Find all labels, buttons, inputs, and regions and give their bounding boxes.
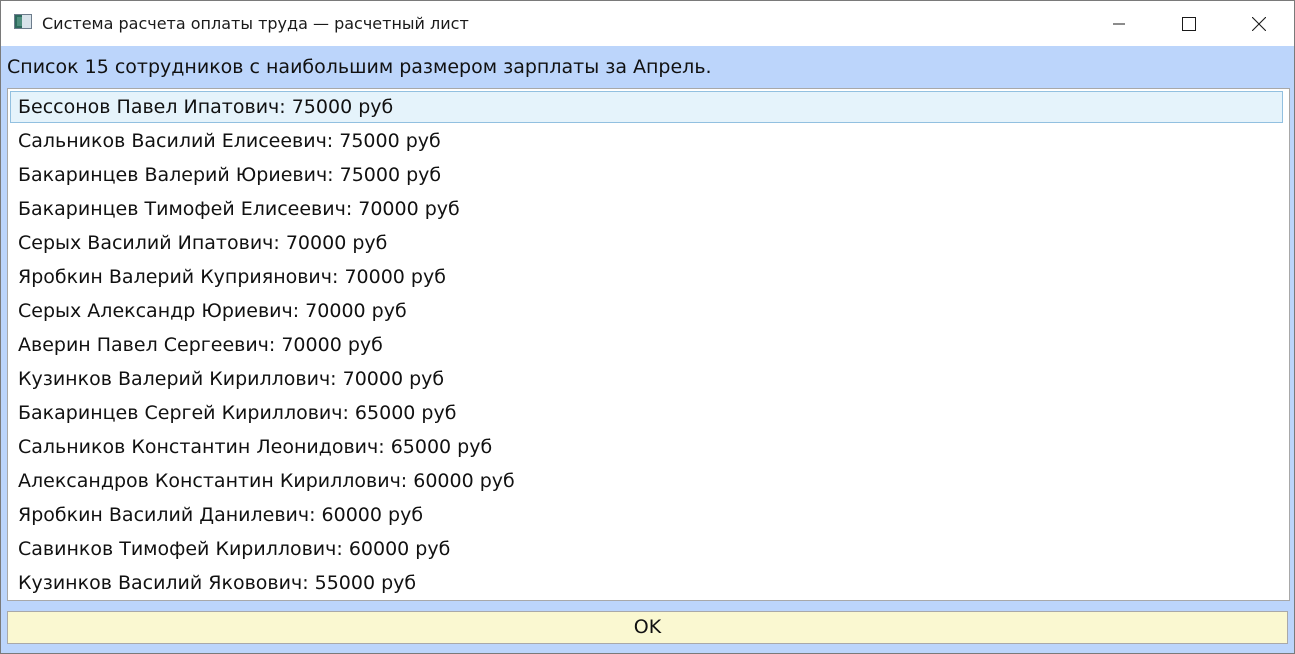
list-heading: Список 15 сотрудников с наибольшим разме… [7,56,712,78]
employee-list-item[interactable]: Аверин Павел Сергеевич: 70000 руб [10,329,1283,361]
employee-list-item[interactable]: Яробкин Василий Данилевич: 60000 руб [10,499,1283,531]
title-bar[interactable]: Система расчета оплаты труда — расчетный… [1,1,1294,46]
employee-list-item[interactable]: Бакаринцев Валерий Юриевич: 75000 руб [10,159,1283,191]
minimize-icon [1113,23,1125,24]
maximize-icon [1182,16,1196,31]
maximize-button[interactable] [1154,1,1224,46]
employee-list-item[interactable]: Александров Константин Кириллович: 60000… [10,465,1283,497]
employee-list-item[interactable]: Сальников Константин Леонидович: 65000 р… [10,431,1283,463]
ok-button[interactable]: OK [7,611,1288,644]
employee-list-item[interactable]: Бакаринцев Тимофей Елисеевич: 70000 руб [10,193,1283,225]
employee-list-item[interactable]: Серых Александр Юриевич: 70000 руб [10,295,1283,327]
employee-listbox[interactable]: Бессонов Павел Ипатович: 75000 руб Сальни… [7,88,1290,601]
employee-list-item[interactable]: Кузинков Валерий Кириллович: 70000 руб [10,363,1283,395]
employee-list-item[interactable]: Яробкин Валерий Куприянович: 70000 руб [10,261,1283,293]
employee-list-item[interactable]: Бессонов Павел Ипатович: 75000 руб [10,91,1283,123]
employee-list-item[interactable]: Савинков Тимофей Кириллович: 60000 руб [10,533,1283,565]
app-window: Система расчета оплаты труда — расчетный… [0,0,1295,654]
minimize-button[interactable] [1084,1,1154,46]
employee-list-item[interactable]: Сальников Василий Елисеевич: 75000 руб [10,125,1283,157]
app-window-icon [14,14,32,29]
employee-list-item[interactable]: Серых Василий Ипатович: 70000 руб [10,227,1283,259]
window-title: Система расчета оплаты труда — расчетный… [42,14,469,33]
close-icon [1252,16,1266,31]
employee-list-item[interactable]: Бакаринцев Сергей Кириллович: 65000 руб [10,397,1283,429]
employee-list-item[interactable]: Кузинков Василий Яковович: 55000 руб [10,567,1283,599]
close-button[interactable] [1224,1,1294,46]
